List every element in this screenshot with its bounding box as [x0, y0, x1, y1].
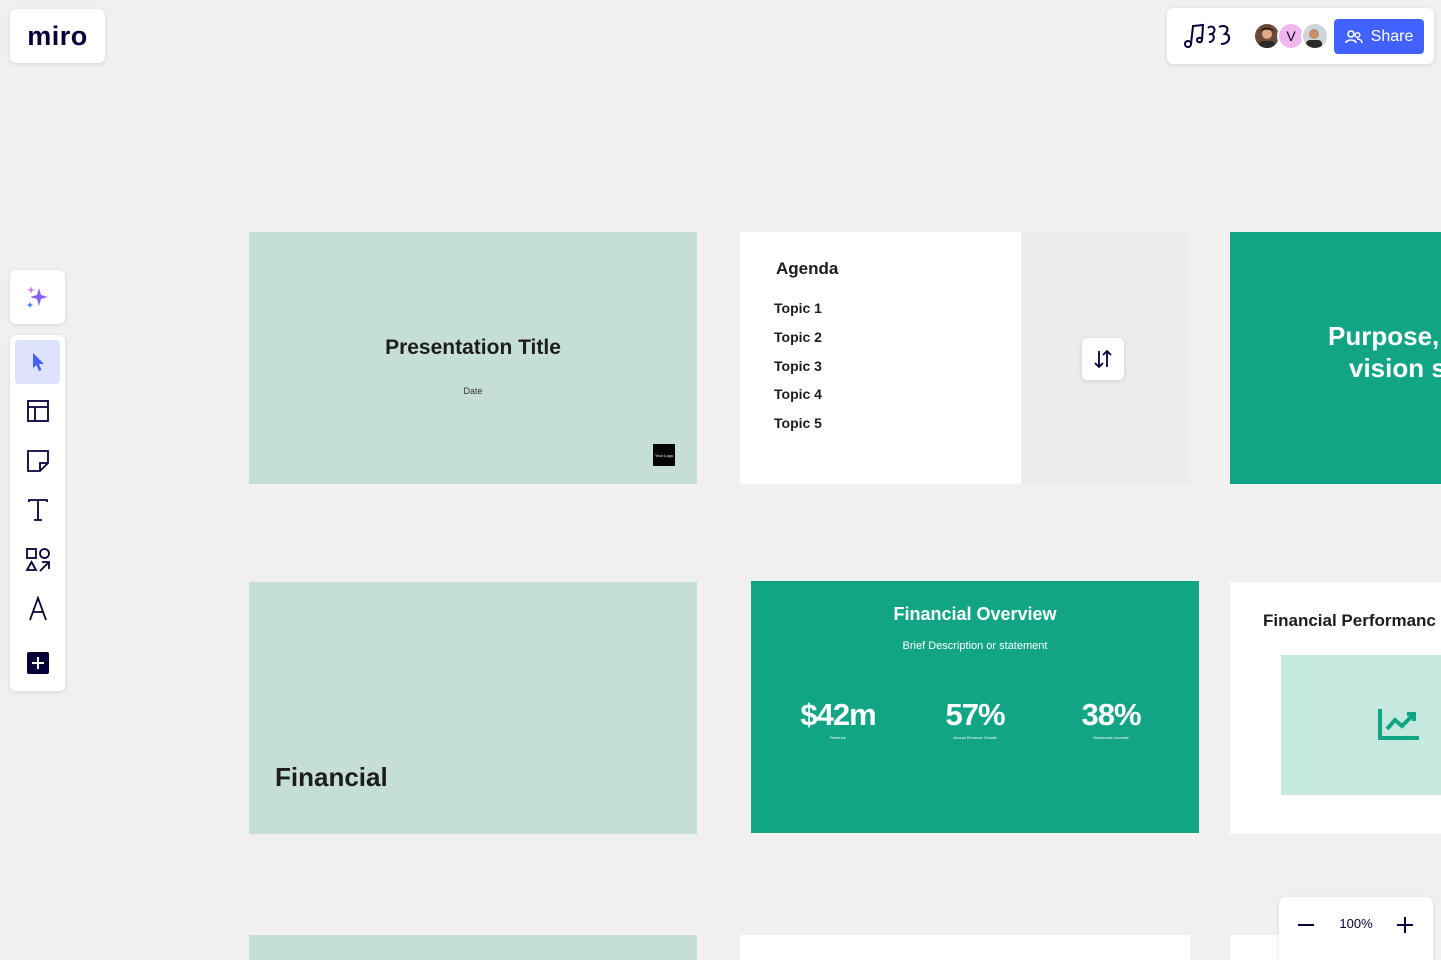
stat-label: Annual Revenue Growth [953, 735, 997, 740]
agenda-topic: Topic 3 [774, 358, 822, 374]
plus-icon [1397, 917, 1413, 933]
agenda-topic: Topic 2 [774, 329, 822, 345]
sparkles-icon [26, 286, 48, 308]
select-tool[interactable] [15, 340, 60, 384]
logo-placeholder: Your Logo [653, 444, 675, 466]
pen-tool[interactable] [15, 587, 60, 631]
financial-overview-subtitle: Brief Description or statement [902, 640, 1048, 652]
text-icon [27, 499, 48, 521]
collaboration-bar: V Share [1167, 8, 1434, 64]
purpose-line-2: vision s [1349, 353, 1441, 383]
miro-logo[interactable]: miro [10, 9, 105, 63]
text-tool[interactable] [15, 488, 60, 532]
stat-label: Headcount Increase [1093, 735, 1129, 740]
frame-financial-performance[interactable]: Financial Performanc [1230, 582, 1441, 834]
sticky-note-icon [26, 450, 49, 472]
shapes-tool[interactable] [15, 538, 60, 582]
frame-title-slide[interactable]: Presentation Title Date Your Logo [249, 232, 697, 484]
zoom-level[interactable]: 100% [1329, 916, 1383, 931]
chart-placeholder [1281, 655, 1441, 795]
zoom-in-button[interactable] [1391, 911, 1419, 939]
stat-value: 38% [1081, 697, 1141, 732]
templates-tool[interactable] [15, 389, 60, 433]
frame-purpose[interactable]: Purpose, vision s [1230, 232, 1441, 484]
stat-value: $42m [800, 697, 876, 732]
purpose-line-1: Purpose, [1328, 321, 1440, 351]
sticky-note-tool[interactable] [15, 439, 60, 483]
add-tool[interactable] [15, 641, 60, 685]
frame-row3-a[interactable] [249, 935, 697, 960]
presentation-title: Presentation Title [385, 336, 561, 359]
financial-heading: Financial [275, 762, 388, 792]
cursor-icon [32, 353, 44, 371]
trend-chart-icon [1378, 709, 1419, 740]
frame-financial-overview[interactable]: Financial Overview Brief Description or … [751, 581, 1199, 833]
zoom-control: 100% [1279, 897, 1433, 960]
share-label: Share [1370, 27, 1414, 45]
shapes-icon [24, 548, 50, 572]
stat-label: Revenue [829, 735, 846, 740]
agenda-topic: Topic 1 [774, 300, 822, 316]
swap-icon [1094, 349, 1112, 369]
share-button[interactable]: Share [1334, 19, 1424, 54]
financial-performance-title: Financial Performanc [1263, 611, 1436, 630]
stat-value: 57% [945, 697, 1005, 732]
frame-financial[interactable]: Financial [249, 582, 697, 834]
users-icon [1344, 29, 1363, 43]
presentation-date: Date [463, 386, 483, 396]
plus-square-icon [26, 652, 49, 674]
pen-icon [28, 596, 47, 621]
frame-row3-b[interactable] [740, 935, 1190, 960]
logo-text: miro [27, 20, 88, 51]
purpose-heading: Purpose, vision s [1328, 320, 1441, 384]
canvas[interactable]: miro V Share Presentation Title Date You… [0, 0, 1441, 960]
avatar-initial: V [1286, 28, 1296, 44]
avatar[interactable] [1301, 22, 1329, 50]
agenda-topic: Topic 5 [774, 415, 822, 431]
frame-row3-c[interactable] [1230, 935, 1279, 960]
agenda-topic: Topic 4 [774, 386, 822, 402]
ai-assist-button[interactable] [10, 270, 65, 324]
stat-revenue: $42m Revenue [778, 697, 898, 740]
financial-overview-title: Financial Overview [893, 604, 1057, 624]
stat-headcount: 38% Headcount Increase [1051, 697, 1171, 740]
templates-icon [26, 400, 49, 422]
frame-agenda[interactable]: Agenda Topic 1 Topic 2 Topic 3 Topic 4 T… [740, 232, 1021, 484]
left-toolbar [10, 335, 65, 691]
reactions-icon[interactable] [1181, 22, 1233, 50]
zoom-out-button[interactable] [1292, 911, 1320, 939]
agenda-heading: Agenda [776, 259, 839, 278]
minus-icon [1298, 924, 1314, 926]
stat-growth: 57% Annual Revenue Growth [915, 697, 1035, 740]
swap-image-button[interactable] [1082, 338, 1124, 380]
